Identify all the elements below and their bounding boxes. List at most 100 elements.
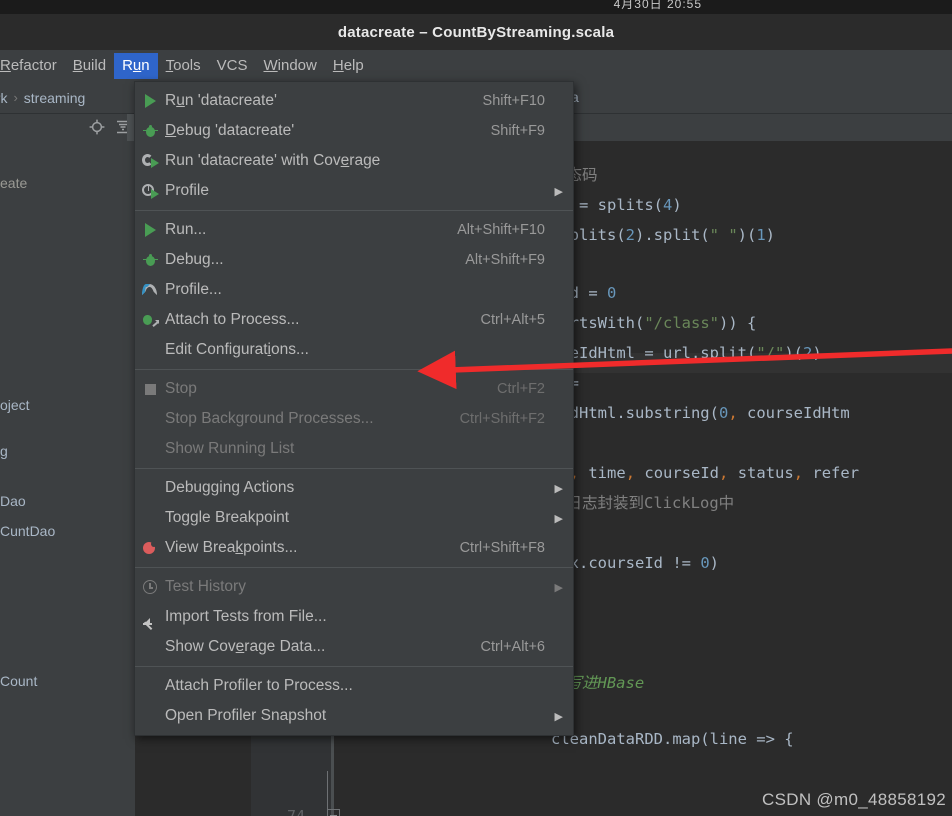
no-icon xyxy=(135,636,165,658)
no-icon xyxy=(135,438,165,460)
chevron-right-icon: ▶ xyxy=(554,185,563,198)
run-menu-item-open-profiler-snapshot[interactable]: Open Profiler Snapshot ▶ xyxy=(135,701,573,731)
attach-process-icon xyxy=(135,309,165,331)
run-menu-item-label: Test History xyxy=(165,578,246,595)
menubar-item-vcs[interactable]: VCS xyxy=(209,53,256,79)
run-menu-item-attach-profiler-to-process[interactable]: Attach Profiler to Process... xyxy=(135,671,573,701)
run-menu-item-shortcut: Alt+Shift+F10 xyxy=(457,222,545,238)
run-menu-item-shortcut: Ctrl+Alt+5 xyxy=(480,312,545,328)
run-menu-item-label: Open Profiler Snapshot xyxy=(165,707,327,724)
run-menu-item-label: Attach to Process... xyxy=(165,311,300,328)
fold-line xyxy=(327,771,328,809)
code-line: cleanDataRDD.map(line => { xyxy=(551,730,794,748)
app-window: 4月30日 20:55 datacreate – CountByStreamin… xyxy=(0,0,952,816)
run-menu-item-label: Show Coverage Data... xyxy=(165,638,326,655)
code-line: eIdHtml.substring(0, courseIdHtm xyxy=(551,404,850,422)
watermark: CSDN @m0_48858192 xyxy=(762,790,946,809)
code-line: rseIdHtml = url.split("/")(2) xyxy=(551,344,822,362)
run-menu-item-label: Profile... xyxy=(165,281,222,298)
chevron-right-icon: ▶ xyxy=(554,581,563,594)
run-menu-item-shortcut: Ctrl+Shift+F8 xyxy=(459,540,545,556)
run-menu-item-profile[interactable]: Profile ▶ xyxy=(135,176,573,206)
menubar-item-run[interactable]: Run xyxy=(114,52,158,79)
run-icon xyxy=(135,90,165,112)
run-menu-item-debug[interactable]: Debug... Alt+Shift+F9 xyxy=(135,245,573,275)
title-bar: datacreate – CountByStreaming.scala xyxy=(0,14,952,50)
stop-icon xyxy=(135,378,165,400)
code-line: tartsWith("/class")) { xyxy=(551,314,757,332)
run-menu-item-label: Toggle Breakpoint xyxy=(165,509,290,526)
os-top-strip: 4月30日 20:55 xyxy=(0,0,952,14)
run-menu-item-stop-background-processes: Stop Background Processes... Ctrl+Shift+F… xyxy=(135,404,573,434)
run-menu-item-shortcut: Ctrl+Alt+6 xyxy=(480,639,545,655)
menubar-item-help[interactable]: Help xyxy=(325,53,372,79)
code-line: ip, time, courseId, status, refer xyxy=(551,464,860,482)
os-clock: 4月30日 20:55 xyxy=(613,0,702,11)
run-menu-item-edit-configurations[interactable]: Edit Configurations... xyxy=(135,335,573,365)
run-menu-item-import-tests-from-file[interactable]: Import Tests from File... xyxy=(135,602,573,632)
menubar-item-window[interactable]: Window xyxy=(255,53,324,79)
run-menu-item-shortcut: Ctrl+Shift+F2 xyxy=(459,411,545,427)
menu-separator xyxy=(135,210,573,211)
breadcrumb-separator: › xyxy=(13,90,18,105)
breadcrumb-item[interactable]: ark xyxy=(0,90,7,106)
run-menu-item-run-datacreate[interactable]: Run 'datacreate' Shift+F10 xyxy=(135,86,573,116)
project-panel-toolbar xyxy=(0,114,135,140)
run-menu-item-run[interactable]: Run... Alt+Shift+F10 xyxy=(135,215,573,245)
run-menu-item-run-datacreate-with-coverage[interactable]: Run 'datacreate' with Coverage xyxy=(135,146,573,176)
run-menu-item-label: Stop Background Processes... xyxy=(165,410,374,427)
no-icon xyxy=(135,477,165,499)
no-icon xyxy=(135,675,165,697)
code-line: splits(2).split(" ")(1) xyxy=(551,226,776,244)
run-menu-item-shortcut: Ctrl+F2 xyxy=(497,381,545,397)
run-menu-item-label: Edit Configurations... xyxy=(165,341,309,358)
run-menu-item-shortcut: Alt+Shift+F9 xyxy=(465,252,545,268)
run-menu-item-stop: Stop Ctrl+F2 xyxy=(135,374,573,404)
menu-separator xyxy=(135,567,573,568)
debug-icon xyxy=(135,249,165,271)
fold-marker-icon[interactable] xyxy=(327,809,340,816)
chevron-right-icon: ▶ xyxy=(554,482,563,495)
menubar-item-refactor[interactable]: Refactor xyxy=(0,53,65,79)
profile-icon xyxy=(135,180,165,202)
run-menu-item-attach-to-process[interactable]: Attach to Process... Ctrl+Alt+5 xyxy=(135,305,573,335)
project-tree-item[interactable]: g xyxy=(0,440,135,462)
code-line: > x.courseId != 0) xyxy=(551,554,719,572)
locate-target-icon[interactable] xyxy=(89,119,105,135)
menubar-item-build[interactable]: Build xyxy=(65,53,114,79)
run-menu-item-toggle-breakpoint[interactable]: Toggle Breakpoint ▶ xyxy=(135,503,573,533)
menu-bar: Refactor Build Run Tools VCS Window Help xyxy=(0,50,952,81)
breadcrumb-item[interactable]: streaming xyxy=(24,90,85,106)
run-menu-item-view-breakpoints[interactable]: View Breakpoints... Ctrl+Shift+F8 xyxy=(135,533,573,563)
run-menu-item-label: Debug... xyxy=(165,251,224,268)
project-tree-item[interactable]: Count xyxy=(0,670,135,692)
run-menu-item-shortcut: Shift+F10 xyxy=(482,93,545,109)
import-icon xyxy=(135,606,165,630)
no-icon xyxy=(135,705,165,727)
run-menu-item-debug-datacreate[interactable]: Debug 'datacreate' Shift+F9 xyxy=(135,116,573,146)
project-panel: eate oject g Dao CuntDao Count xyxy=(0,114,135,816)
run-menu-item-label: Import Tests from File... xyxy=(165,608,327,625)
code-line: 的日志封装到ClickLog中 xyxy=(551,494,735,512)
project-tree-item[interactable]: Dao xyxy=(0,490,135,512)
run-menu-item-label: Show Running List xyxy=(165,440,295,457)
run-menu-item-label: Run... xyxy=(165,221,207,238)
menubar-item-tools[interactable]: Tools xyxy=(158,53,209,79)
run-menu-item-label: Debug 'datacreate' xyxy=(165,122,295,139)
run-menu-item-debugging-actions[interactable]: Debugging Actions ▶ xyxy=(135,473,573,503)
project-tree-item[interactable]: oject xyxy=(0,394,135,416)
breakpoint-icon xyxy=(135,537,165,559)
chevron-right-icon: ▶ xyxy=(554,512,563,525)
run-menu-item-show-coverage-data[interactable]: Show Coverage Data... Ctrl+Alt+6 xyxy=(135,632,573,662)
run-menu-popup[interactable]: Run 'datacreate' Shift+F10 Debug 'datacrea… xyxy=(134,81,574,736)
run-menu-item-label: Run 'datacreate' with Coverage xyxy=(165,152,381,169)
window-title: datacreate – CountByStreaming.scala xyxy=(337,23,615,41)
line-number: 74 xyxy=(286,807,305,816)
profile-dots-icon xyxy=(135,279,165,301)
project-tree-item[interactable]: CuntDao xyxy=(0,520,135,542)
no-icon xyxy=(135,507,165,529)
coverage-icon xyxy=(135,150,165,172)
debug-icon xyxy=(135,120,165,142)
run-menu-item-profile[interactable]: Profile... xyxy=(135,275,573,305)
project-tree-item[interactable]: eate xyxy=(0,172,135,194)
